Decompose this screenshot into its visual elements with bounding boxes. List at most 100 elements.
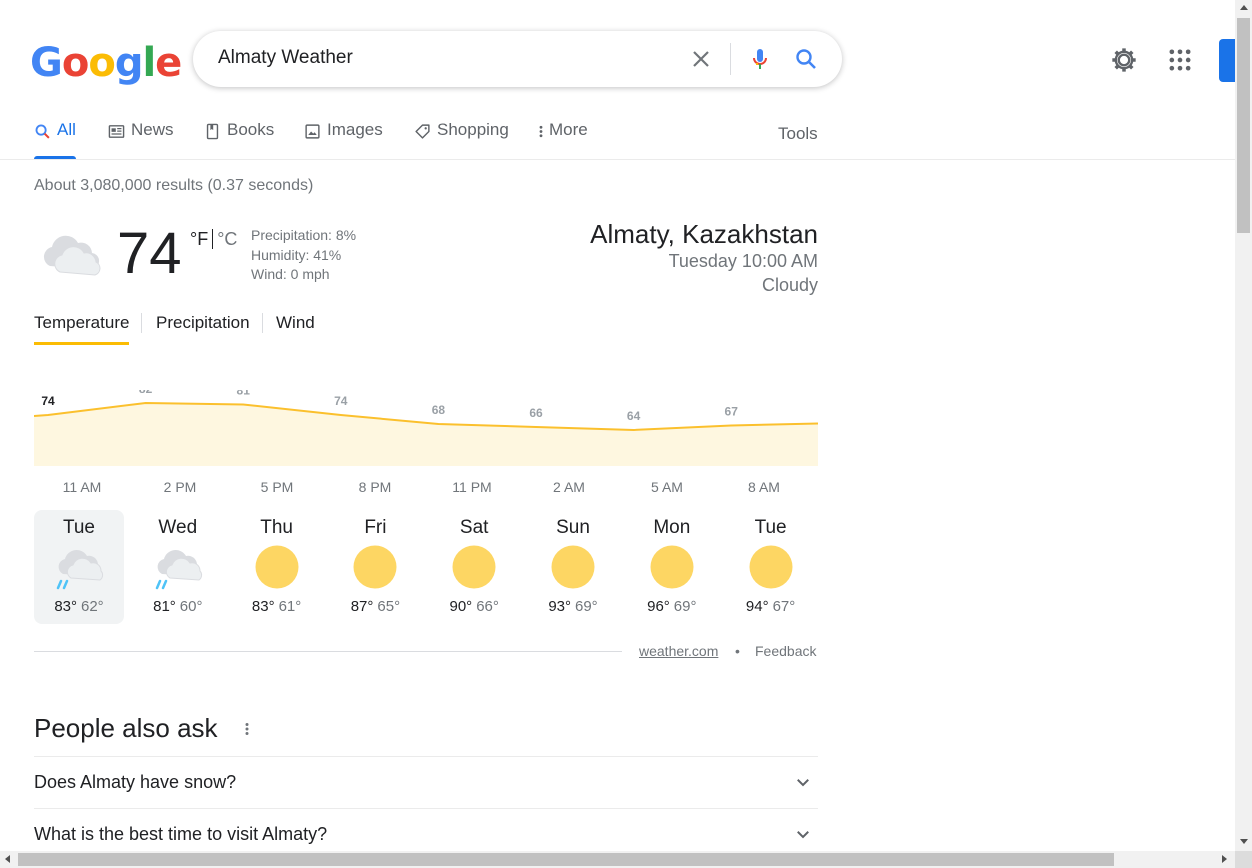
hour-label: 5 PM (260, 479, 294, 495)
weather-source-link[interactable]: weather.com (639, 643, 718, 659)
low-temp: 65° (377, 598, 401, 615)
current-temperature: 74 (117, 221, 182, 286)
weather-condition: Cloudy (761, 275, 818, 295)
hour-label: 8 PM (358, 479, 392, 495)
settings-gear-icon[interactable] (1110, 46, 1138, 74)
tab-books[interactable]: Books (204, 120, 274, 159)
sun-icon (353, 545, 397, 589)
more-vert-icon[interactable] (240, 720, 254, 738)
low-temp: 62° (81, 598, 104, 615)
day-temperatures: 81° 60° (133, 598, 223, 615)
day-name: Tue (754, 517, 787, 538)
day-name: Fri (364, 517, 387, 538)
precipitation-text: Precipitation: 8% (251, 227, 357, 243)
tab-label: News (131, 120, 174, 139)
day-forecast-thu[interactable]: Thu 83° 61° (232, 510, 322, 624)
celsius-toggle[interactable]: °C (217, 229, 237, 249)
cloudy-icon (43, 235, 101, 276)
weather-location-block: Almaty, Kazakhstan Tuesday 10:00 AM Clou… (590, 219, 818, 297)
low-temp: 67° (772, 598, 796, 615)
day-forecast-tue[interactable]: Tue 94° 67° (726, 510, 816, 624)
tab-label: Books (227, 120, 275, 139)
search-input[interactable]: Almaty Weather (218, 47, 353, 69)
sun-icon (452, 545, 496, 589)
day-temperatures: 83° 61° (232, 598, 322, 615)
fahrenheit-toggle[interactable]: °F (190, 229, 208, 249)
day-name: Sun (556, 517, 590, 538)
temperature-value-label: 64 (627, 409, 641, 423)
day-temperatures: 93° 69° (528, 598, 618, 615)
day-forecast-sat[interactable]: Sat 90° 66° (429, 510, 519, 624)
temperature-area (34, 403, 818, 466)
sign-in-button[interactable] (1219, 39, 1235, 82)
paa-question[interactable]: Does Almaty have snow? (34, 756, 818, 808)
location-name: Almaty, Kazakhstan (590, 219, 818, 249)
tab-temperature[interactable]: Temperature (34, 313, 130, 345)
chevron-down-icon (797, 779, 809, 787)
temperature-value-label: 74 (334, 394, 348, 408)
high-temp: 81° (153, 598, 176, 615)
day-name: Sat (459, 517, 489, 538)
low-temp: 61° (278, 598, 302, 615)
apps-grid-icon[interactable] (1166, 46, 1194, 74)
clear-icon[interactable] (689, 47, 713, 71)
tab-news[interactable]: News (108, 120, 174, 159)
high-temp: 87° (350, 598, 374, 615)
day-forecast-mon[interactable]: Mon 96° 69° (627, 510, 717, 624)
humidity-text: Humidity: 41% (251, 246, 342, 263)
google-logo[interactable]: Google (30, 40, 182, 86)
result-stats: About 3,080,000 results (0.37 seconds) (34, 177, 314, 194)
search-icon[interactable] (794, 47, 818, 71)
day-temperatures: 90° 66° (429, 598, 519, 615)
high-temp: 93° (548, 598, 571, 615)
hour-label: 2 PM (163, 479, 197, 495)
hour-label: 5 AM (651, 479, 683, 495)
low-temp: 66° (476, 598, 499, 615)
tab-separator (262, 313, 263, 333)
day-forecast-sun[interactable]: Sun 93° 69° (528, 510, 618, 624)
rain-cloud-icon (155, 550, 202, 590)
tabs-divider (0, 159, 1235, 160)
unit-separator (212, 229, 214, 249)
tab-all[interactable]: All (34, 120, 76, 159)
horizontal-scrollbar[interactable] (0, 851, 1235, 868)
search-divider (730, 43, 731, 75)
sun-icon (255, 545, 299, 589)
temperature-value-label: 66 (529, 406, 543, 420)
search-icon (35, 124, 50, 139)
tab-more[interactable]: More (537, 120, 588, 159)
day-temperatures: 87° 65° (330, 598, 420, 615)
scroll-right-arrow[interactable] (1222, 855, 1227, 863)
tab-images[interactable]: Images (304, 120, 383, 159)
tag-icon (415, 124, 430, 139)
day-name: Wed (158, 517, 198, 538)
scroll-left-arrow[interactable] (5, 855, 10, 863)
search-box[interactable]: Almaty Weather (193, 31, 842, 87)
tab-shopping[interactable]: Shopping (414, 120, 509, 159)
day-temperatures: 83° 62° (34, 598, 124, 615)
tools-button[interactable]: Tools (778, 124, 818, 144)
vertical-scroll-thumb[interactable] (1237, 18, 1250, 233)
scroll-up-arrow[interactable] (1240, 5, 1248, 10)
tab-precipitation[interactable]: Precipitation (156, 313, 250, 333)
day-name: Tue (62, 517, 96, 538)
day-forecast-tue[interactable]: Tue 83° 62° (34, 510, 124, 624)
weather-datetime: Tuesday 10:00 AM (668, 251, 818, 271)
scroll-down-arrow[interactable] (1240, 839, 1248, 844)
logo-letter: G (30, 40, 63, 86)
microphone-icon[interactable] (748, 47, 772, 71)
tab-wind[interactable]: Wind (276, 313, 315, 333)
day-forecast-fri[interactable]: Fri 87° 65° (330, 510, 420, 624)
feedback-link[interactable]: Feedback (755, 643, 816, 659)
day-forecast-wed[interactable]: Wed 81° 60° (133, 510, 223, 624)
horizontal-scroll-thumb[interactable] (18, 853, 1114, 866)
vertical-scrollbar[interactable] (1235, 0, 1252, 851)
sun-icon (650, 545, 694, 589)
temperature-value-label: 81 (237, 390, 251, 398)
tab-label: Shopping (437, 120, 509, 139)
high-temp: 94° (745, 598, 769, 615)
temperature-chart[interactable]: 74 82 81 74 68 66 64 67 (34, 390, 818, 470)
tab-separator (141, 313, 142, 333)
hour-label: 2 AM (553, 479, 585, 495)
low-temp: 69° (673, 598, 697, 615)
